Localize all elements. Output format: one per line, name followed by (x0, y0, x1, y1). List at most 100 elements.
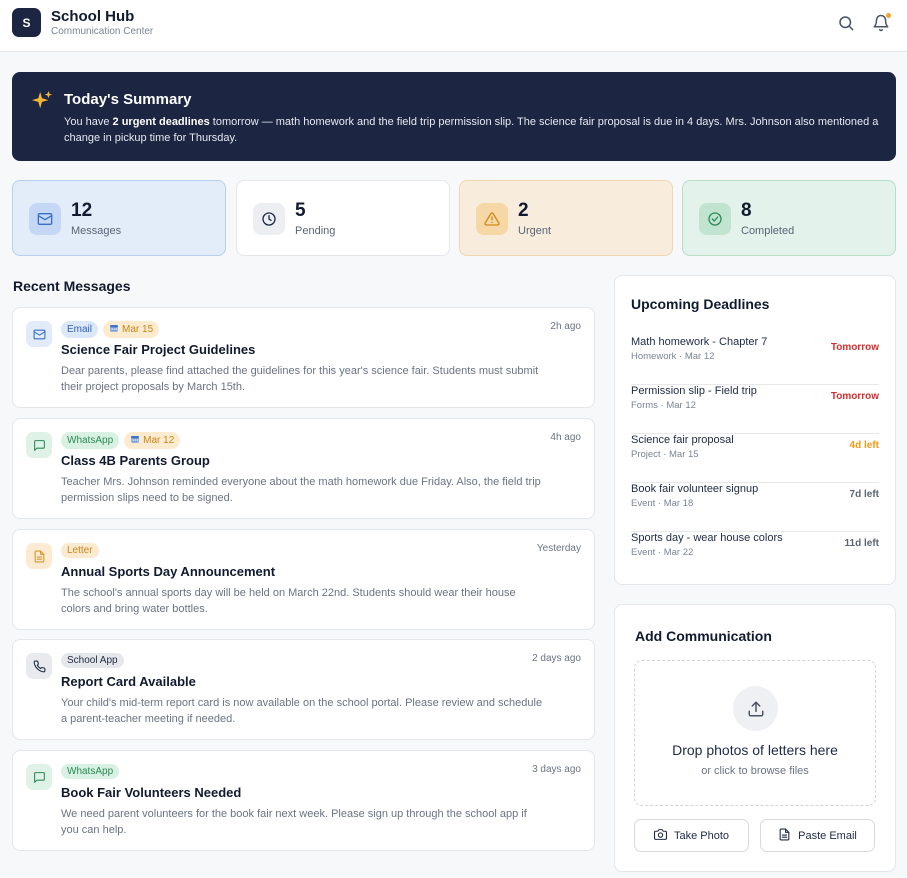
mail-icon (26, 321, 52, 347)
paste-email-label: Paste Email (798, 829, 857, 842)
deadline-meta: Event · Mar 18 (631, 498, 694, 509)
deadline-item[interactable]: Math homework - Chapter 7 Homework · Mar … (631, 336, 879, 385)
message-icon (26, 764, 52, 790)
app-logo[interactable]: S (12, 8, 41, 37)
message-title: Class 4B Parents Group (61, 453, 210, 468)
message-card[interactable]: Email Mar 15 2h ago Science Fair Project Gu… (12, 307, 595, 408)
message-tags: WhatsApp (61, 764, 120, 779)
deadline-status: Tomorrow (830, 391, 879, 402)
source-tag: Email (61, 321, 99, 338)
summary-title: Today's Summary (64, 91, 192, 108)
deadlines-panel: Upcoming Deadlines Math homework - Chapt… (614, 275, 896, 585)
deadline-status: 11d left (844, 538, 879, 549)
source-tag: Letter (61, 543, 99, 558)
deadline-meta: Project · Mar 15 (631, 449, 699, 460)
bell-icon[interactable] (872, 12, 892, 32)
deadline-meta: Homework · Mar 12 (631, 351, 715, 362)
source-tag: School App (61, 653, 124, 668)
message-time: Yesterday (536, 543, 581, 554)
message-preview: Dear parents, please find attached the g… (61, 365, 539, 393)
app-title: School Hub (51, 8, 135, 25)
add-communication-panel: Add Communication Drop photos of letters… (614, 604, 896, 872)
stat-label: Pending (295, 225, 336, 237)
deadline-name: Book fair volunteer signup (631, 483, 759, 495)
drop-zone-subtitle: or click to browse files (701, 765, 809, 777)
notification-dot (885, 12, 892, 19)
source-tag: WhatsApp (61, 764, 120, 779)
document-icon (778, 828, 791, 844)
stat-value: 8 (741, 200, 752, 221)
clock-icon (253, 203, 285, 235)
deadline-item[interactable]: Book fair volunteer signup Event · Mar 18… (631, 483, 879, 532)
message-tags: Letter (61, 543, 99, 558)
check-circle-icon (699, 203, 731, 235)
message-title: Annual Sports Day Announcement (61, 564, 276, 579)
message-tags: School App (61, 653, 124, 668)
message-tags: Email Mar 15 (61, 321, 160, 338)
message-preview: The school's annual sports day will be h… (61, 587, 516, 615)
camera-icon (653, 828, 667, 844)
app-subtitle: Communication Center (51, 26, 154, 37)
deadline-name: Sports day - wear house colors (631, 532, 783, 544)
message-title: Report Card Available (61, 674, 196, 689)
deadline-name: Math homework - Chapter 7 (631, 336, 768, 348)
message-time: 2 days ago (532, 653, 581, 664)
message-card[interactable]: WhatsApp Mar 12 4h ago Class 4B Parents Gro… (12, 418, 595, 519)
date-tag: Mar 15 (103, 321, 160, 338)
stat-value: 12 (71, 200, 93, 221)
add-communication-title: Add Communication (635, 628, 772, 644)
message-tags: WhatsApp Mar 12 (61, 432, 181, 449)
source-tag: WhatsApp (61, 432, 120, 449)
deadline-item[interactable]: Sports day - wear house colors Event · Ma… (631, 532, 879, 581)
deadline-status: 4d left (849, 440, 879, 451)
calendar-icon (109, 323, 119, 336)
message-time: 2h ago (550, 321, 581, 332)
recent-messages-title: Recent Messages (13, 278, 131, 294)
app-header: S School Hub Communication Center (0, 0, 907, 52)
stat-card-messages[interactable]: 12 Messages (12, 180, 226, 256)
stat-label: Messages (71, 225, 122, 237)
photo-drop-zone[interactable]: Drop photos of letters here or click to … (634, 660, 876, 806)
summary-text: You have 2 urgent deadlines tomorrow — m… (64, 116, 879, 144)
deadlines-title: Upcoming Deadlines (631, 296, 770, 312)
summary-banner: Today's Summary You have 2 urgent deadli… (12, 72, 896, 161)
message-time: 4h ago (550, 432, 581, 443)
paste-email-button[interactable]: Paste Email (760, 819, 875, 852)
document-icon (26, 543, 52, 569)
phone-icon (26, 653, 52, 679)
deadline-status: 7d left (849, 489, 879, 500)
message-preview: Your child's mid-term report card is now… (61, 697, 543, 725)
message-card[interactable]: WhatsApp 3 days ago Book Fair Volunteers N… (12, 750, 595, 851)
take-photo-button[interactable]: Take Photo (634, 819, 749, 852)
message-icon (26, 432, 52, 458)
stat-label: Urgent (518, 225, 552, 237)
message-title: Book Fair Volunteers Needed (61, 785, 242, 800)
stat-card-completed[interactable]: 8 Completed (682, 180, 896, 256)
take-photo-label: Take Photo (673, 829, 730, 842)
message-preview: Teacher Mrs. Johnson reminded everyone a… (61, 476, 541, 504)
stat-card-pending[interactable]: 5 Pending (236, 180, 450, 256)
message-title: Science Fair Project Guidelines (61, 342, 256, 357)
alert-triangle-icon (476, 203, 508, 235)
message-card[interactable]: Letter Yesterday Annual Sports Day Announc… (12, 529, 595, 630)
message-time: 3 days ago (532, 764, 581, 775)
deadline-name: Permission slip - Field trip (631, 385, 757, 397)
search-icon[interactable] (837, 14, 855, 32)
deadline-item[interactable]: Permission slip - Field trip Forms · Mar … (631, 385, 879, 434)
mail-icon (29, 203, 61, 235)
deadline-status: Tomorrow (830, 342, 879, 353)
calendar-icon (130, 434, 140, 447)
message-card[interactable]: School App 2 days ago Report Card Availabl… (12, 639, 595, 740)
message-preview: We need parent volunteers for the book f… (61, 808, 527, 836)
stat-value: 2 (518, 200, 529, 221)
stat-value: 5 (295, 200, 306, 221)
stat-label: Completed (741, 225, 795, 237)
deadline-item[interactable]: Science fair proposal Project · Mar 15 4d … (631, 434, 879, 483)
date-tag: Mar 12 (124, 432, 181, 449)
drop-zone-title: Drop photos of letters here (672, 742, 838, 758)
upload-icon (733, 686, 778, 731)
deadline-name: Science fair proposal (631, 434, 734, 446)
sparkles-icon (31, 90, 53, 112)
deadline-meta: Forms · Mar 12 (631, 400, 696, 411)
stat-card-urgent[interactable]: 2 Urgent (459, 180, 673, 256)
